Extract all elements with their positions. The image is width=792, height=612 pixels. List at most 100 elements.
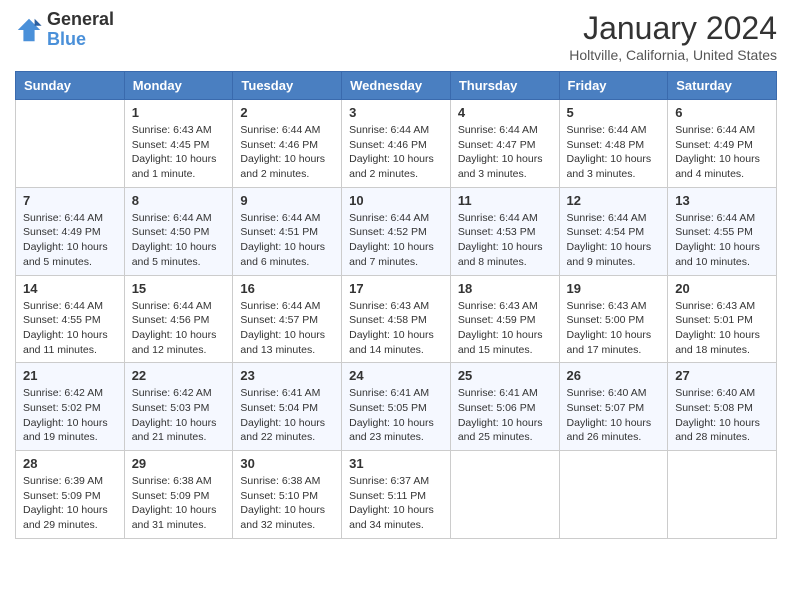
day-info: Sunrise: 6:43 AM Sunset: 4:45 PM Dayligh… (132, 123, 226, 182)
header-cell-saturday: Saturday (668, 72, 777, 100)
day-cell: 11 Sunrise: 6:44 AM Sunset: 4:53 PM Dayli… (450, 187, 559, 275)
day-info: Sunrise: 6:38 AM Sunset: 5:10 PM Dayligh… (240, 474, 334, 533)
logo-blue-text: Blue (47, 29, 86, 49)
header-cell-thursday: Thursday (450, 72, 559, 100)
day-info: Sunrise: 6:43 AM Sunset: 4:59 PM Dayligh… (458, 299, 552, 358)
day-cell: 24Sunrise: 6:41 AM Sunset: 5:05 PM Dayli… (342, 363, 451, 451)
location-title: Holtville, California, United States (569, 47, 777, 63)
day-info: Sunrise: 6:44 AM Sunset: 4:55 PM Dayligh… (675, 211, 769, 270)
day-number: 3 (349, 105, 443, 120)
day-info: Sunrise: 6:44 AM Sunset: 4:56 PM Dayligh… (132, 299, 226, 358)
logo: General Blue (15, 10, 114, 50)
day-cell: 7 Sunrise: 6:44 AM Sunset: 4:49 PM Daylig… (16, 187, 125, 275)
day-number: 29 (132, 456, 226, 471)
day-cell (559, 451, 668, 539)
day-number: 9 (240, 193, 334, 208)
day-number: 20 (675, 281, 769, 296)
logo-general-text: General (47, 9, 114, 29)
day-cell: 10Sunrise: 6:44 AM Sunset: 4:52 PM Dayli… (342, 187, 451, 275)
day-number: 15 (132, 281, 226, 296)
day-cell: 8 Sunrise: 6:44 AM Sunset: 4:50 PM Daylig… (124, 187, 233, 275)
day-info: Sunrise: 6:44 AM Sunset: 4:52 PM Dayligh… (349, 211, 443, 270)
day-number: 14 (23, 281, 117, 296)
day-info: Sunrise: 6:44 AM Sunset: 4:54 PM Dayligh… (567, 211, 661, 270)
day-info: Sunrise: 6:44 AM Sunset: 4:49 PM Dayligh… (23, 211, 117, 270)
day-number: 4 (458, 105, 552, 120)
day-number: 6 (675, 105, 769, 120)
day-cell: 16 Sunrise: 6:44 AM Sunset: 4:57 PM Dayli… (233, 275, 342, 363)
day-number: 5 (567, 105, 661, 120)
day-number: 11 (458, 193, 552, 208)
day-info: Sunrise: 6:40 AM Sunset: 5:07 PM Dayligh… (567, 386, 661, 445)
day-cell: 13 Sunrise: 6:44 AM Sunset: 4:55 PM Dayli… (668, 187, 777, 275)
day-number: 2 (240, 105, 334, 120)
day-number: 1 (132, 105, 226, 120)
day-number: 12 (567, 193, 661, 208)
day-cell: 4 Sunrise: 6:44 AM Sunset: 4:47 PM Daylig… (450, 100, 559, 188)
day-number: 22 (132, 368, 226, 383)
day-info: Sunrise: 6:44 AM Sunset: 4:48 PM Dayligh… (567, 123, 661, 182)
day-info: Sunrise: 6:44 AM Sunset: 4:46 PM Dayligh… (240, 123, 334, 182)
header-cell-monday: Monday (124, 72, 233, 100)
day-cell (16, 100, 125, 188)
day-info: Sunrise: 6:43 AM Sunset: 5:01 PM Dayligh… (675, 299, 769, 358)
day-info: Sunrise: 6:42 AM Sunset: 5:03 PM Dayligh… (132, 386, 226, 445)
day-info: Sunrise: 6:43 AM Sunset: 4:58 PM Dayligh… (349, 299, 443, 358)
day-cell: 22 Sunrise: 6:42 AM Sunset: 5:03 PM Dayli… (124, 363, 233, 451)
day-number: 7 (23, 193, 117, 208)
day-info: Sunrise: 6:42 AM Sunset: 5:02 PM Dayligh… (23, 386, 117, 445)
day-number: 24 (349, 368, 443, 383)
day-info: Sunrise: 6:44 AM Sunset: 4:51 PM Dayligh… (240, 211, 334, 270)
day-number: 17 (349, 281, 443, 296)
day-info: Sunrise: 6:44 AM Sunset: 4:47 PM Dayligh… (458, 123, 552, 182)
day-cell: 21 Sunrise: 6:42 AM Sunset: 5:02 PM Dayli… (16, 363, 125, 451)
day-info: Sunrise: 6:44 AM Sunset: 4:57 PM Dayligh… (240, 299, 334, 358)
day-cell: 17 Sunrise: 6:43 AM Sunset: 4:58 PM Dayli… (342, 275, 451, 363)
day-cell: 28 Sunrise: 6:39 AM Sunset: 5:09 PM Dayli… (16, 451, 125, 539)
day-info: Sunrise: 6:41 AM Sunset: 5:06 PM Dayligh… (458, 386, 552, 445)
day-info: Sunrise: 6:37 AM Sunset: 5:11 PM Dayligh… (349, 474, 443, 533)
day-cell: 3 Sunrise: 6:44 AM Sunset: 4:46 PM Daylig… (342, 100, 451, 188)
header-cell-friday: Friday (559, 72, 668, 100)
week-row-4: 21 Sunrise: 6:42 AM Sunset: 5:02 PM Dayli… (16, 363, 777, 451)
day-cell: 31 Sunrise: 6:37 AM Sunset: 5:11 PM Dayli… (342, 451, 451, 539)
day-number: 27 (675, 368, 769, 383)
calendar-header: SundayMondayTuesdayWednesdayThursdayFrid… (16, 72, 777, 100)
day-info: Sunrise: 6:44 AM Sunset: 4:55 PM Dayligh… (23, 299, 117, 358)
day-info: Sunrise: 6:39 AM Sunset: 5:09 PM Dayligh… (23, 474, 117, 533)
day-number: 21 (23, 368, 117, 383)
day-info: Sunrise: 6:44 AM Sunset: 4:53 PM Dayligh… (458, 211, 552, 270)
week-row-5: 28 Sunrise: 6:39 AM Sunset: 5:09 PM Dayli… (16, 451, 777, 539)
month-title: January 2024 (569, 10, 777, 47)
day-cell: 20 Sunrise: 6:43 AM Sunset: 5:01 PM Dayli… (668, 275, 777, 363)
day-cell: 29Sunrise: 6:38 AM Sunset: 5:09 PM Dayli… (124, 451, 233, 539)
day-cell: 9 Sunrise: 6:44 AM Sunset: 4:51 PM Daylig… (233, 187, 342, 275)
day-number: 23 (240, 368, 334, 383)
day-cell: 1 Sunrise: 6:43 AM Sunset: 4:45 PM Daylig… (124, 100, 233, 188)
day-number: 31 (349, 456, 443, 471)
week-row-2: 7 Sunrise: 6:44 AM Sunset: 4:49 PM Daylig… (16, 187, 777, 275)
day-info: Sunrise: 6:44 AM Sunset: 4:50 PM Dayligh… (132, 211, 226, 270)
day-cell: 6Sunrise: 6:44 AM Sunset: 4:49 PM Daylig… (668, 100, 777, 188)
day-number: 16 (240, 281, 334, 296)
header-cell-sunday: Sunday (16, 72, 125, 100)
day-cell (450, 451, 559, 539)
day-number: 8 (132, 193, 226, 208)
day-number: 26 (567, 368, 661, 383)
day-cell: 5 Sunrise: 6:44 AM Sunset: 4:48 PM Daylig… (559, 100, 668, 188)
day-cell: 18Sunrise: 6:43 AM Sunset: 4:59 PM Dayli… (450, 275, 559, 363)
day-number: 30 (240, 456, 334, 471)
calendar-table: SundayMondayTuesdayWednesdayThursdayFrid… (15, 71, 777, 539)
day-cell: 2 Sunrise: 6:44 AM Sunset: 4:46 PM Daylig… (233, 100, 342, 188)
day-info: Sunrise: 6:41 AM Sunset: 5:04 PM Dayligh… (240, 386, 334, 445)
day-cell: 12 Sunrise: 6:44 AM Sunset: 4:54 PM Dayli… (559, 187, 668, 275)
header: General Blue January 2024 Holtville, Cal… (15, 10, 777, 63)
day-cell (668, 451, 777, 539)
day-number: 28 (23, 456, 117, 471)
day-number: 25 (458, 368, 552, 383)
day-cell: 27Sunrise: 6:40 AM Sunset: 5:08 PM Dayli… (668, 363, 777, 451)
day-number: 13 (675, 193, 769, 208)
day-info: Sunrise: 6:44 AM Sunset: 4:46 PM Dayligh… (349, 123, 443, 182)
week-row-3: 14 Sunrise: 6:44 AM Sunset: 4:55 PM Dayli… (16, 275, 777, 363)
day-cell: 30 Sunrise: 6:38 AM Sunset: 5:10 PM Dayli… (233, 451, 342, 539)
